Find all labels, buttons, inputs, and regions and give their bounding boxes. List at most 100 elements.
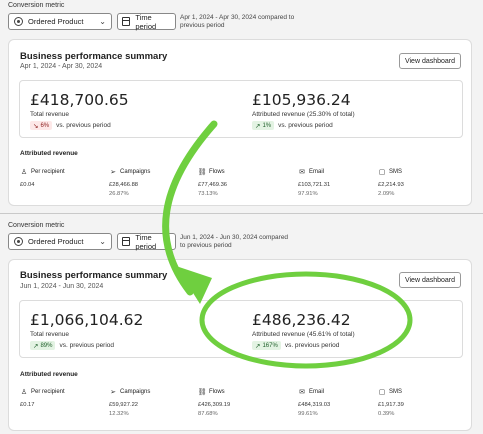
campaigns-percent: 12.32%	[109, 411, 129, 417]
attributed-revenue-heading: Attributed revenue	[20, 150, 78, 157]
send-icon: ➢	[110, 169, 116, 176]
view-dashboard-button[interactable]: View dashboard	[399, 272, 461, 288]
flows-icon: ⛓	[197, 169, 207, 176]
flows-column: ⛓ Flows £426,309.19 87.68%	[198, 388, 288, 419]
calendar-icon	[122, 17, 131, 26]
per-recipient-value: £0.04	[20, 182, 35, 188]
change-badge: ↗ 89%	[30, 341, 56, 350]
trend-up-icon: ↗	[255, 122, 261, 130]
conversion-metric-label: Conversion metric	[8, 222, 65, 229]
total-revenue-kpi: £1,066,104.62 Total revenue ↗ 89% vs. pre…	[30, 311, 143, 350]
revenue-summary-box: £1,066,104.62 Total revenue ↗ 89% vs. pre…	[19, 300, 463, 358]
conversion-metric-value: Ordered Product	[28, 17, 84, 26]
date-range-note: Apr 1, 2024 - Apr 30, 2024 compared to p…	[180, 14, 295, 29]
attributed-revenue-kpi: £486,236.42 Attributed revenue (45.61% o…	[252, 311, 355, 350]
time-period-button[interactable]: Time period	[117, 12, 176, 31]
change-badge: ↘ 6%	[30, 121, 53, 130]
total-revenue-kpi: £418,700.65 Total revenue ↘ 6% vs. previo…	[30, 91, 129, 130]
sms-value: £1,917.39	[378, 402, 404, 408]
total-revenue-compare: ↗ 89% vs. previous period	[30, 341, 143, 350]
total-revenue-value: £1,066,104.62	[30, 311, 144, 329]
flows-column: ⛓ Flows £77,469.36 73.13%	[198, 168, 288, 199]
business-performance-card: Business performance summary Apr 1, 2024…	[8, 39, 472, 206]
top-metric-bar: Conversion metric Ordered Product ⌄ Time…	[6, 2, 476, 44]
chevron-down-icon: ⌄	[99, 17, 106, 26]
card-subtitle: Jun 1, 2024 - Jun 30, 2024	[20, 283, 104, 290]
conversion-metric-select[interactable]: Ordered Product ⌄	[8, 13, 112, 30]
flows-percent: 73.13%	[198, 191, 218, 197]
metric-icon	[14, 17, 23, 26]
attributed-revenue-value: £105,936.24	[252, 91, 351, 109]
card-title: Business performance summary	[20, 51, 168, 62]
per-recipient-column: ♙ Per recipient £0.04	[20, 168, 110, 190]
email-column: ✉ Email £484,319.03 99.61%	[298, 388, 388, 419]
compare-text: vs. previous period	[56, 122, 111, 129]
attributed-revenue-heading: Attributed revenue	[20, 371, 78, 378]
total-revenue-label: Total revenue	[30, 111, 70, 118]
conversion-metric-label: Conversion metric	[8, 2, 65, 9]
flows-icon: ⛓	[197, 389, 207, 396]
card-subtitle: Apr 1, 2024 - Apr 30, 2024	[20, 63, 103, 70]
attributed-revenue-value: £486,236.42	[252, 311, 351, 329]
view-dashboard-button[interactable]: View dashboard	[399, 53, 461, 69]
change-badge: ↗ 1%	[252, 121, 275, 130]
attributed-revenue-kpi: £105,936.24 Attributed revenue (25.30% o…	[252, 91, 355, 130]
attributed-breakdown: ♙ Per recipient £0.17 ➢ Campaigns £59,927.…	[20, 388, 460, 418]
section-divider	[0, 213, 483, 214]
time-period-label: Time period	[135, 12, 157, 31]
attributed-revenue-compare: ↗ 167% vs. previous period	[252, 341, 355, 350]
date-range-note: Jun 1, 2024 - Jun 30, 2024 compared to p…	[180, 234, 289, 249]
conversion-metric-select[interactable]: Ordered Product ⌄	[8, 233, 112, 250]
attributed-revenue-label: Attributed revenue (25.30% of total)	[252, 111, 355, 118]
trend-down-icon: ↘	[33, 122, 39, 130]
flows-value: £77,469.36	[198, 182, 228, 188]
email-value: £484,319.03	[298, 402, 331, 408]
attributed-breakdown: ♙ Per recipient £0.04 ➢ Campaigns £28,466.…	[20, 168, 460, 198]
total-revenue-compare: ↘ 6% vs. previous period	[30, 121, 129, 130]
campaigns-value: £28,466.88	[109, 182, 139, 188]
conversion-metric-value: Ordered Product	[28, 237, 84, 246]
trend-up-icon: ↗	[255, 342, 261, 350]
compare-text: vs. previous period	[278, 122, 333, 129]
campaigns-column: ➢ Campaigns £28,466.88 26.87%	[109, 168, 199, 199]
email-icon: ✉	[299, 169, 305, 176]
send-icon: ➢	[110, 389, 116, 396]
per-recipient-column: ♙ Per recipient £0.17	[20, 388, 110, 410]
total-revenue-label: Total revenue	[30, 331, 70, 338]
trend-up-icon: ↗	[33, 342, 39, 350]
attributed-revenue-compare: ↗ 1% vs. previous period	[252, 121, 355, 130]
flows-value: £426,309.19	[198, 402, 231, 408]
attributed-revenue-label: Attributed revenue (45.61% of total)	[252, 331, 355, 338]
person-icon: ♙	[20, 389, 28, 396]
campaigns-percent: 26.87%	[109, 191, 129, 197]
sms-column: ▢ SMS £1,917.39 0.39%	[378, 388, 468, 419]
total-revenue-value: £418,700.65	[30, 91, 129, 109]
person-icon: ♙	[20, 169, 28, 176]
sms-column: ▢ SMS £2,214.93 2.09%	[378, 168, 468, 199]
metric-icon	[14, 237, 23, 246]
business-performance-card: Business performance summary Jun 1, 2024…	[8, 259, 472, 431]
change-badge: ↗ 167%	[252, 341, 281, 350]
sms-icon: ▢	[378, 389, 386, 396]
compare-text: vs. previous period	[284, 342, 340, 349]
revenue-summary-box: £418,700.65 Total revenue ↘ 6% vs. previo…	[19, 80, 463, 138]
flows-percent: 87.68%	[198, 411, 218, 417]
time-period-label: Time period	[135, 232, 157, 251]
email-column: ✉ Email £103,721.31 97.91%	[298, 168, 388, 199]
sms-percent: 2.09%	[378, 191, 395, 197]
email-percent: 97.91%	[298, 191, 318, 197]
time-period-button[interactable]: Time period	[117, 232, 176, 251]
sms-icon: ▢	[378, 169, 386, 176]
email-icon: ✉	[299, 389, 305, 396]
email-value: £103,721.31	[298, 182, 331, 188]
campaigns-column: ➢ Campaigns £59,927.22 12.32%	[109, 388, 199, 419]
sms-value: £2,214.93	[378, 182, 404, 188]
email-percent: 99.61%	[298, 411, 318, 417]
campaigns-value: £59,927.22	[109, 402, 139, 408]
bottom-metric-bar: Conversion metric Ordered Product ⌄ Time…	[6, 222, 476, 264]
calendar-icon	[122, 237, 131, 246]
chevron-down-icon: ⌄	[99, 237, 106, 246]
sms-percent: 0.39%	[378, 411, 395, 417]
card-title: Business performance summary	[20, 270, 168, 281]
per-recipient-value: £0.17	[20, 402, 35, 408]
